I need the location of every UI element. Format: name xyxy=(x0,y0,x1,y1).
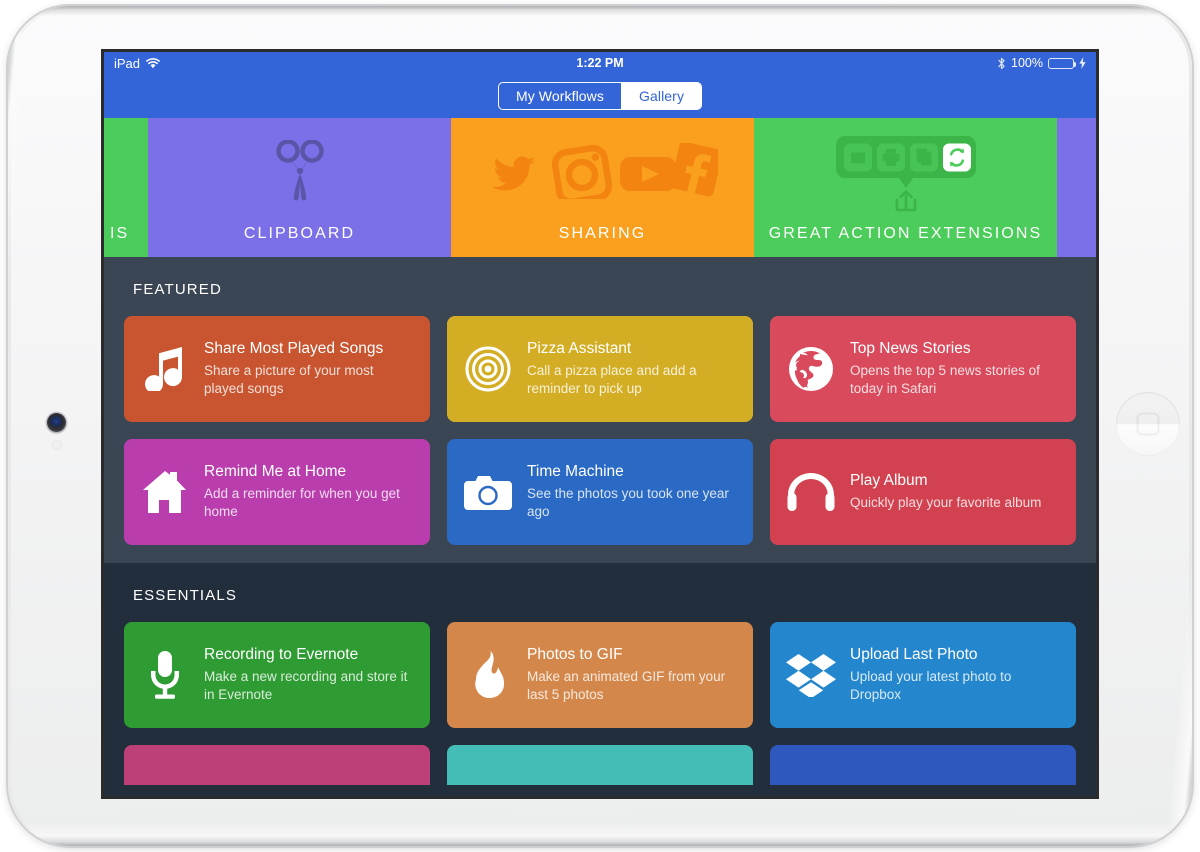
card-text: Recording to Evernote Make a new recordi… xyxy=(204,646,416,704)
card-title: Remind Me at Home xyxy=(204,462,347,480)
card-description: Call a pizza place and add a reminder to… xyxy=(527,362,697,396)
card-text: Top News Stories Opens the top 5 news st… xyxy=(850,340,1062,398)
banner-title: IS xyxy=(110,225,130,242)
card-text: Pizza Assistant Call a pizza place and a… xyxy=(527,340,739,398)
banner-partial-right[interactable] xyxy=(1057,118,1096,257)
card-title: Top News Stories xyxy=(850,339,971,357)
banner-sharing[interactable]: SHARING xyxy=(451,118,754,257)
wifi-icon xyxy=(146,57,160,69)
card-description: Make an animated GIF from your last 5 ph… xyxy=(527,668,726,702)
banner-title: SHARING xyxy=(558,225,647,242)
microphone-icon xyxy=(140,650,190,700)
card-description: See the photos you took one year ago xyxy=(527,485,729,519)
card-text: Photos to GIF Make an animated GIF from … xyxy=(527,646,739,704)
card-share-most-played-songs[interactable]: Share Most Played Songs Share a picture … xyxy=(124,316,430,422)
card-time-machine[interactable]: Time Machine See the photos you took one… xyxy=(447,439,753,545)
card-title: Share Most Played Songs xyxy=(204,339,384,357)
card-title: Time Machine xyxy=(527,462,624,480)
card-recording-to-evernote[interactable]: Recording to Evernote Make a new recordi… xyxy=(124,622,430,728)
ambient-light-sensor-icon xyxy=(52,440,62,450)
card-text: Share Most Played Songs Share a picture … xyxy=(204,340,416,398)
card-description: Add a reminder for when you get home xyxy=(204,485,400,519)
card-text: Remind Me at Home Add a reminder for whe… xyxy=(204,463,416,521)
card-title: Pizza Assistant xyxy=(527,339,632,357)
battery-full-icon xyxy=(1048,57,1077,69)
segmented-control[interactable]: My Workflows Gallery xyxy=(497,82,703,110)
card-title: Play Album xyxy=(850,471,928,489)
card-description: Opens the top 5 news stories of today in… xyxy=(850,362,1040,396)
tab-my-workflows[interactable]: My Workflows xyxy=(499,83,621,109)
flame-icon xyxy=(463,650,513,700)
card-description: Upload your latest photo to Dropbox xyxy=(850,668,1012,702)
target-rings-icon xyxy=(463,344,513,394)
section-header-featured: FEATURED xyxy=(133,281,222,298)
banner-great-action-extensions[interactable]: GREAT ACTION EXTENSIONS xyxy=(754,118,1057,257)
card-text: Play Album Quickly play your favorite al… xyxy=(850,472,1041,512)
card-photos-to-gif[interactable]: Photos to GIF Make an animated GIF from … xyxy=(447,622,753,728)
ipad-screen: iPad 1:22 PM 100% My Workflows Gallery I… xyxy=(104,52,1096,796)
featured-card-grid: Share Most Played Songs Share a picture … xyxy=(104,316,1096,545)
status-bar-right: 100% xyxy=(997,56,1086,70)
section-essentials: ESSENTIALS Recording to Evernote Make a … xyxy=(104,563,1096,796)
essentials-card-grid: Recording to Evernote Make a new recordi… xyxy=(104,622,1096,728)
card-remind-me-at-home[interactable]: Remind Me at Home Add a reminder for whe… xyxy=(124,439,430,545)
card-upload-last-photo[interactable]: Upload Last Photo Upload your latest pho… xyxy=(770,622,1076,728)
headphones-icon xyxy=(786,467,836,517)
navigation-bar: My Workflows Gallery xyxy=(104,74,1096,118)
scissors-icon xyxy=(148,134,451,208)
camera-icon xyxy=(463,467,513,517)
card-top-news-stories[interactable]: Top News Stories Opens the top 5 news st… xyxy=(770,316,1076,422)
card-play-album[interactable]: Play Album Quickly play your favorite al… xyxy=(770,439,1076,545)
status-bar: iPad 1:22 PM 100% xyxy=(104,52,1096,74)
status-bar-clock: 1:22 PM xyxy=(576,56,624,70)
card-partial-2[interactable] xyxy=(447,745,753,785)
battery-percent-label: 100% xyxy=(1011,56,1043,70)
essentials-partial-row xyxy=(104,745,1096,785)
card-partial-3[interactable] xyxy=(770,745,1076,785)
card-partial-1[interactable] xyxy=(124,745,430,785)
section-header-essentials: ESSENTIALS xyxy=(133,587,238,604)
card-text: Time Machine See the photos you took one… xyxy=(527,463,739,521)
section-featured: FEATURED Share Most Played Songs Share a… xyxy=(104,257,1096,563)
action-extension-sheet xyxy=(754,136,1057,212)
house-icon xyxy=(140,467,190,517)
card-pizza-assistant[interactable]: Pizza Assistant Call a pizza place and a… xyxy=(447,316,753,422)
social-icons xyxy=(451,134,754,208)
banner-title: GREAT ACTION EXTENSIONS xyxy=(768,225,1043,242)
carrier-label: iPad xyxy=(114,55,141,71)
front-camera-icon xyxy=(47,413,66,432)
card-description: Quickly play your favorite album xyxy=(850,494,1042,510)
home-button-square-icon xyxy=(1136,412,1160,436)
banner-partial-left[interactable]: IS xyxy=(104,118,148,257)
bluetooth-icon xyxy=(997,57,1006,70)
music-note-icon xyxy=(140,344,190,394)
dropbox-icon xyxy=(786,650,836,700)
globe-icon xyxy=(786,344,836,394)
status-bar-left: iPad xyxy=(114,56,160,71)
tab-gallery[interactable]: Gallery xyxy=(621,83,702,109)
card-title: Upload Last Photo xyxy=(850,645,978,663)
banner-clipboard[interactable]: CLIPBOARD xyxy=(148,118,451,257)
home-button[interactable] xyxy=(1116,392,1180,456)
card-text: Upload Last Photo Upload your latest pho… xyxy=(850,646,1062,704)
card-title: Photos to GIF xyxy=(527,645,623,663)
banner-title: CLIPBOARD xyxy=(243,225,356,242)
card-description: Share a picture of your most played song… xyxy=(204,362,374,396)
lightning-bolt-icon xyxy=(1079,57,1086,69)
card-description: Make a new recording and store it in Eve… xyxy=(204,668,408,702)
card-title: Recording to Evernote xyxy=(204,645,359,663)
banner-carousel[interactable]: IS CLIPBOARD SHARING GREAT ACTION EXTENS… xyxy=(104,118,1096,257)
